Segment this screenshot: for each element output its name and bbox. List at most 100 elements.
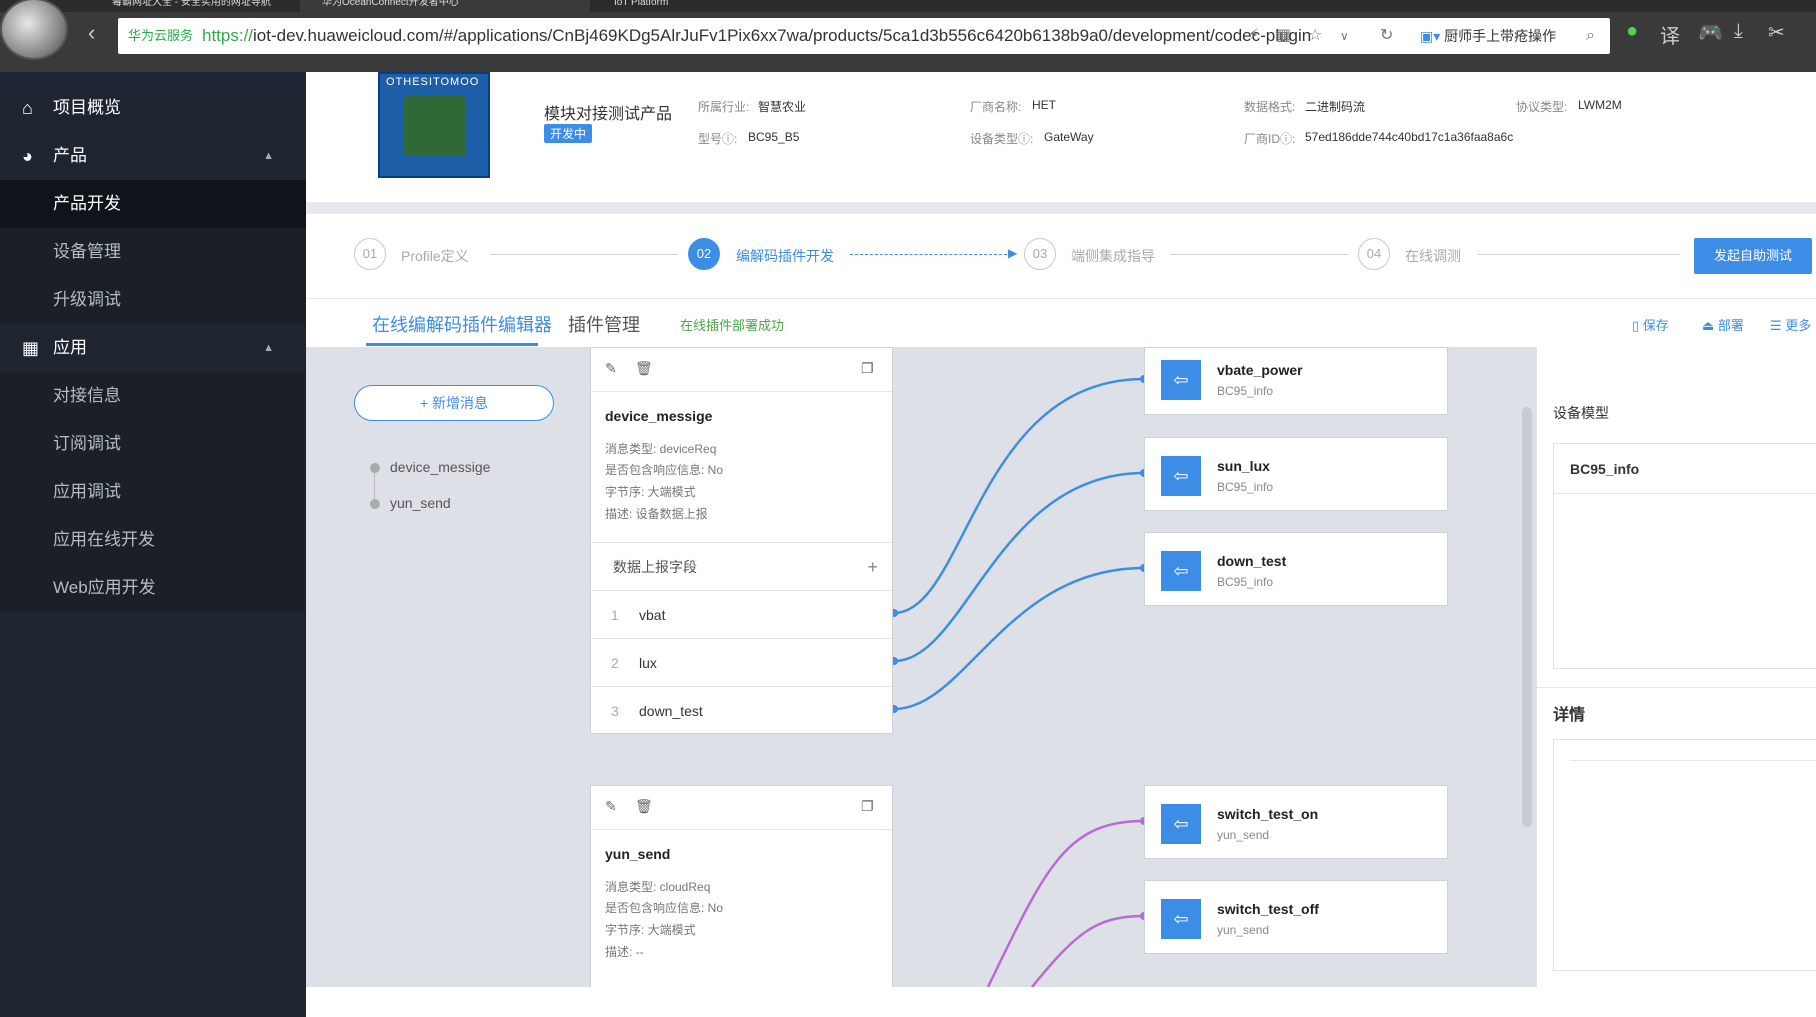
property-box[interactable]: ⇦ switch_test_off yun_send (1144, 880, 1448, 954)
more-button[interactable]: ☰ 更多 (1770, 315, 1811, 334)
has-response: 是否包含响应信息: No (605, 463, 724, 477)
product-image: OTHESITOMOO (378, 72, 490, 178)
step-number[interactable]: 02 (688, 238, 720, 270)
model-label: 型号ⓘ: (698, 132, 738, 146)
field-section-header: 数据上报字段 + (591, 542, 892, 590)
sidebar-item-app-online-dev[interactable]: 应用在线开发 (0, 516, 306, 564)
step-label[interactable]: 端侧集成指导 (1071, 246, 1155, 266)
plugin-editor-canvas: + 新增消息 device_messige yun_send ✎ 🗑 ❐ dev… (306, 347, 1536, 987)
details-label: 详情 (1553, 707, 1586, 724)
sidebar-item-app[interactable]: ▦ 应用 ▲ (0, 324, 306, 372)
tab-plugin-manage[interactable]: 插件管理 (568, 311, 640, 337)
scrollbar[interactable] (1522, 407, 1532, 827)
has-response: 是否包含响应信息: No (605, 901, 724, 915)
message-card-yun-send: ✎ 🗑 ❐ yun_send 消息类型: cloudReq 是否包含响应信息: … (590, 785, 893, 987)
link-icon: ⇦ (1161, 456, 1201, 496)
start-self-test-button[interactable]: 发起自助测试 (1694, 238, 1812, 274)
lightning-icon[interactable]: ⚡ (1248, 18, 1259, 54)
sidebar-item-upgrade[interactable]: 升级调试 (0, 276, 306, 324)
trash-icon[interactable]: 🗑 (635, 798, 653, 815)
sidebar-item-device-mgmt[interactable]: 设备管理 (0, 228, 306, 276)
step-label[interactable]: 在线调测 (1405, 246, 1461, 266)
step-progress: 01 Profile定义 02 编解码插件开发 ▶ 03 端侧集成指导 04 在… (306, 214, 1816, 298)
gamepad-icon[interactable]: 🎮 (1698, 20, 1723, 45)
field-row[interactable]: 3 down_test (591, 686, 892, 734)
scissors-icon[interactable]: ✂ (1768, 20, 1785, 45)
field-row[interactable]: 1 vbat (591, 590, 892, 638)
link-icon: ⇦ (1161, 551, 1201, 591)
menu-icon: ☰ (1770, 318, 1782, 333)
mapping-line-switch-on (986, 819, 1145, 987)
deploy-icon: ⏏ (1702, 318, 1715, 333)
property-box[interactable]: ⇦ switch_test_on yun_send (1144, 785, 1448, 859)
link-icon: ⇦ (1161, 360, 1201, 400)
sidebar-item-product-dev[interactable]: 产品开发 (0, 180, 306, 228)
add-field-icon[interactable]: + (867, 543, 878, 591)
translate-icon[interactable]: 译 (1660, 20, 1680, 49)
card-title: yun_send (605, 846, 671, 862)
save-icon: ▯ (1632, 318, 1640, 333)
tab-online-editor[interactable]: 在线编解码插件编辑器 (372, 311, 552, 337)
home-icon: ⌂ (22, 98, 33, 118)
property-service: BC95_info (1217, 480, 1274, 494)
wechat-icon[interactable]: ● (1626, 20, 1638, 43)
step-label[interactable]: Profile定义 (401, 246, 469, 266)
search-suggestion[interactable]: ▣▾ 厨师手上带疮操作 (1420, 18, 1600, 54)
deploy-status: 在线插件部署成功 (680, 318, 785, 333)
step-label[interactable]: 编解码插件开发 (736, 246, 834, 266)
sidebar-item-subscribe[interactable]: 订阅调试 (0, 420, 306, 468)
browser-tab[interactable]: IoT Platform (592, 0, 832, 12)
link-icon: ⇦ (1161, 899, 1201, 939)
qr-icon[interactable]: ▦ (1276, 18, 1291, 54)
field-row[interactable]: 2 lux (591, 638, 892, 686)
browser-tab[interactable]: 毒霸网址大全 - 安全实用的网址导航 (90, 0, 300, 12)
status-badge: 开发中 (544, 124, 593, 143)
browser-tab[interactable]: 华为OceanConnect开发者中心 (300, 0, 590, 12)
divider (306, 202, 1816, 214)
property-service: BC95_info (1217, 384, 1274, 398)
copy-icon[interactable]: ❐ (861, 798, 874, 815)
sidebar-item-app-debug[interactable]: 应用调试 (0, 468, 306, 516)
caret-up-icon: ▲ (263, 342, 274, 354)
step-number[interactable]: 04 (1358, 238, 1390, 270)
edit-icon[interactable]: ✎ (605, 798, 617, 815)
sidebar-item-overview[interactable]: ⌂ 项目概览 (0, 84, 306, 132)
protocol-label: 协议类型: (1516, 100, 1568, 114)
save-button[interactable]: ▯ 保存 (1632, 315, 1669, 334)
sidebar-item-product[interactable]: ◕ 产品 ▲ (0, 132, 306, 180)
product-header: OTHESITOMOO 模块对接测试产品 开发中 所属行业: 智慧农业 型号ⓘ:… (306, 72, 1816, 202)
search-engine-icon: ▣▾ (1420, 28, 1441, 44)
chevron-down-icon[interactable]: ∨ (1340, 18, 1349, 54)
download-icon[interactable]: ⤓ (1734, 20, 1743, 43)
protocol-value: LWM2M (1578, 98, 1622, 112)
step-number[interactable]: 03 (1024, 238, 1056, 270)
model-value: BC95_B5 (748, 130, 800, 144)
refresh-icon[interactable]: ↻ (1380, 18, 1393, 54)
edit-icon[interactable]: ✎ (605, 360, 617, 377)
step-number[interactable]: 01 (354, 238, 386, 270)
back-icon[interactable]: ‹ (88, 20, 95, 46)
editor-tabs: 在线编解码插件编辑器 插件管理 在线插件部署成功 ▯ 保存 ⏏ 部署 ☰ 更多 (306, 299, 1816, 347)
copy-icon[interactable]: ❐ (861, 360, 874, 377)
deploy-button[interactable]: ⏏ 部署 (1702, 315, 1744, 334)
property-box[interactable]: ⇦ vbate_power BC95_info (1144, 347, 1448, 415)
address-bar[interactable]: 华为云服务 https://iot-dev.huaweicloud.com/#/… (118, 18, 1610, 54)
sidebar-item-integration[interactable]: 对接信息 (0, 372, 306, 420)
trash-icon[interactable]: 🗑 (635, 360, 653, 377)
property-box[interactable]: ⇦ sun_lux BC95_info (1144, 437, 1448, 511)
byte-order: 字节序: 大端模式 (605, 485, 696, 499)
message-type: 消息类型: deviceReq (605, 442, 717, 456)
device-model-select[interactable]: BC95_info (1554, 444, 1816, 494)
product-image-label: OTHESITOMOO (386, 76, 480, 88)
secure-label: 华为云服务 (128, 28, 194, 43)
search-icon[interactable]: ⌕ (1586, 18, 1595, 54)
property-name: down_test (1217, 553, 1287, 569)
details-box (1553, 739, 1816, 971)
vendor-id-label: 厂商IDⓘ: (1244, 132, 1296, 146)
mapping-line-vbat (893, 377, 1145, 615)
data-format-value: 二进制码流 (1305, 100, 1366, 114)
star-icon[interactable]: ☆ (1308, 18, 1322, 54)
sidebar-item-web-dev[interactable]: Web应用开发 (0, 564, 306, 612)
mapping-line-switch-off (1031, 914, 1145, 987)
property-box[interactable]: ⇦ down_test BC95_info (1144, 532, 1448, 606)
